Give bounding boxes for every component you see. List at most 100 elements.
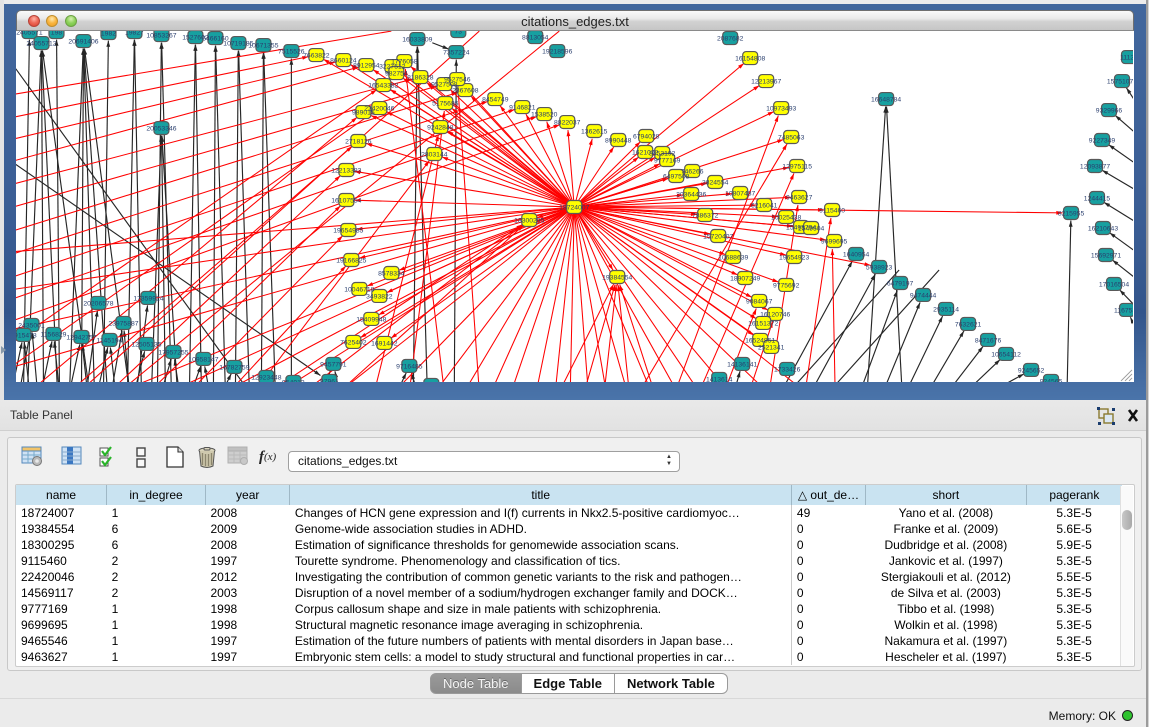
svg-text:16154808: 16154808 — [735, 56, 765, 63]
svg-text:8578334: 8578334 — [378, 270, 405, 277]
svg-text:3493822: 3493822 — [366, 293, 393, 300]
svg-text:1640954: 1640954 — [843, 251, 870, 258]
svg-text:1244415: 1244415 — [1084, 196, 1111, 203]
svg-text:16210643: 16210643 — [1088, 225, 1118, 232]
svg-text:2087682: 2087682 — [717, 36, 744, 43]
svg-text:16524851: 16524851 — [745, 337, 775, 344]
svg-text:24055712: 24055712 — [26, 41, 56, 48]
svg-text:12213383: 12213383 — [331, 168, 361, 175]
svg-text:8813054: 8813054 — [522, 35, 549, 42]
svg-text:8215955: 8215955 — [1058, 210, 1085, 217]
svg-text:5938923: 5938923 — [866, 264, 893, 271]
svg-text:8822037: 8822037 — [554, 120, 581, 127]
svg-text:16151372: 16151372 — [748, 320, 778, 327]
svg-text:924565: 924565 — [1040, 378, 1063, 382]
svg-text:12505135: 12505135 — [131, 341, 161, 348]
svg-text:16648784: 16648784 — [871, 97, 901, 104]
svg-text:9457791: 9457791 — [320, 361, 347, 368]
svg-text:7485063: 7485063 — [778, 135, 805, 142]
svg-text:15692971: 15692971 — [1091, 252, 1121, 259]
svg-text:1691442: 1691442 — [371, 340, 398, 347]
svg-text:9777169: 9777169 — [654, 158, 681, 165]
svg-text:2367608: 2367608 — [452, 88, 479, 95]
svg-text:8471676: 8471676 — [975, 337, 1002, 344]
svg-text:10807487: 10807487 — [725, 191, 755, 198]
svg-text:15409948: 15409948 — [356, 316, 386, 323]
svg-text:19218596: 19218596 — [542, 49, 572, 56]
svg-text:10853267: 10853267 — [146, 33, 176, 40]
svg-text:20053346: 20053346 — [146, 126, 176, 133]
svg-text:982754: 982754 — [385, 71, 408, 78]
svg-text:3915478: 3915478 — [16, 332, 37, 339]
svg-text:16107554: 16107554 — [331, 198, 361, 205]
svg-text:14136141: 14136141 — [727, 361, 757, 368]
svg-text:23975887: 23975887 — [108, 320, 138, 327]
svg-text:2405571: 2405571 — [16, 31, 43, 37]
svg-text:12093877: 12093877 — [1080, 164, 1110, 171]
svg-text:9527546: 9527546 — [444, 77, 471, 84]
svg-text:9115460: 9115460 — [819, 207, 845, 214]
svg-text:7515526: 7515526 — [278, 49, 305, 56]
svg-text:2435001: 2435001 — [18, 322, 45, 329]
svg-text:20691406: 20691406 — [68, 39, 98, 46]
svg-text:7625402: 7625402 — [340, 339, 367, 346]
svg-text:1167534: 1167534 — [1114, 307, 1133, 314]
svg-text:9329966: 9329966 — [1096, 108, 1123, 115]
svg-text:10654112: 10654112 — [991, 351, 1021, 358]
svg-text:7357224: 7357224 — [443, 50, 470, 57]
svg-text:19827: 19827 — [125, 31, 144, 37]
svg-text:954012: 954012 — [282, 379, 305, 382]
svg-text:19166825: 19166825 — [336, 257, 366, 264]
svg-text:6479197: 6479197 — [887, 280, 914, 287]
svg-text:9146821: 9146821 — [509, 105, 536, 112]
svg-text:6497508: 6497508 — [663, 174, 690, 181]
svg-text:16120746: 16120746 — [760, 311, 790, 318]
svg-text:15720407: 15720407 — [703, 233, 733, 240]
svg-text:5175685: 5175685 — [432, 101, 459, 108]
svg-text:1156829: 1156829 — [41, 331, 67, 338]
svg-text:17016504: 17016504 — [1099, 281, 1129, 288]
svg-text:1413614: 1413614 — [706, 376, 733, 382]
svg-text:19654985: 19654985 — [333, 227, 363, 234]
svg-text:1733426: 1733426 — [774, 366, 801, 373]
svg-text:9716485: 9716485 — [396, 363, 423, 370]
svg-text:1145194: 1145194 — [97, 337, 123, 344]
svg-text:10973493: 10973493 — [766, 106, 796, 113]
svg-text:9242848: 9242848 — [427, 125, 454, 132]
svg-text:6216041: 6216041 — [751, 202, 778, 209]
svg-text:8454749: 8454749 — [482, 97, 509, 104]
svg-text:73: 73 — [455, 31, 463, 36]
svg-text:18724007: 18724007 — [559, 204, 589, 211]
svg-text:9463627: 9463627 — [786, 195, 813, 202]
svg-text:10025438: 10025438 — [771, 214, 801, 221]
svg-text:9699695: 9699695 — [821, 238, 848, 245]
svg-text:17957255: 17957255 — [158, 349, 188, 356]
svg-text:10046718: 10046718 — [344, 286, 374, 293]
svg-text:18300295: 18300295 — [514, 217, 544, 224]
svg-text:2521341: 2521341 — [758, 344, 785, 351]
svg-text:12942757: 12942757 — [66, 334, 96, 341]
svg-text:1362615: 1362615 — [581, 129, 608, 136]
svg-text:3227512: 3227512 — [379, 64, 406, 71]
svg-text:16782759: 16782759 — [219, 364, 249, 371]
svg-text:2718126: 2718126 — [345, 139, 372, 146]
svg-text:198: 198 — [51, 31, 63, 37]
svg-text:9474444: 9474444 — [910, 292, 937, 299]
svg-text:9084067: 9084067 — [746, 298, 773, 305]
svg-text:16033809: 16033809 — [402, 37, 432, 44]
svg-text:7886372: 7886372 — [692, 212, 719, 219]
svg-text:17359924: 17359924 — [133, 295, 163, 302]
svg-text:10688639: 10688639 — [718, 254, 748, 261]
svg-text:10671355: 10671355 — [248, 43, 278, 50]
svg-text:8990448: 8990448 — [605, 138, 632, 145]
svg-text:15751074: 15751074 — [1107, 79, 1133, 86]
svg-text:7632621: 7632621 — [955, 321, 982, 328]
svg-text:3824554: 3824554 — [702, 180, 729, 187]
svg-text:(x): (x) — [264, 451, 277, 463]
svg-text:12213967: 12213967 — [751, 79, 781, 86]
svg-text:19384554: 19384554 — [602, 274, 632, 281]
svg-text:20206578: 20206578 — [83, 300, 113, 307]
svg-text:11127: 11127 — [1120, 55, 1133, 62]
svg-text:7663822: 7663822 — [303, 53, 330, 60]
svg-text:1549504: 1549504 — [798, 225, 825, 232]
